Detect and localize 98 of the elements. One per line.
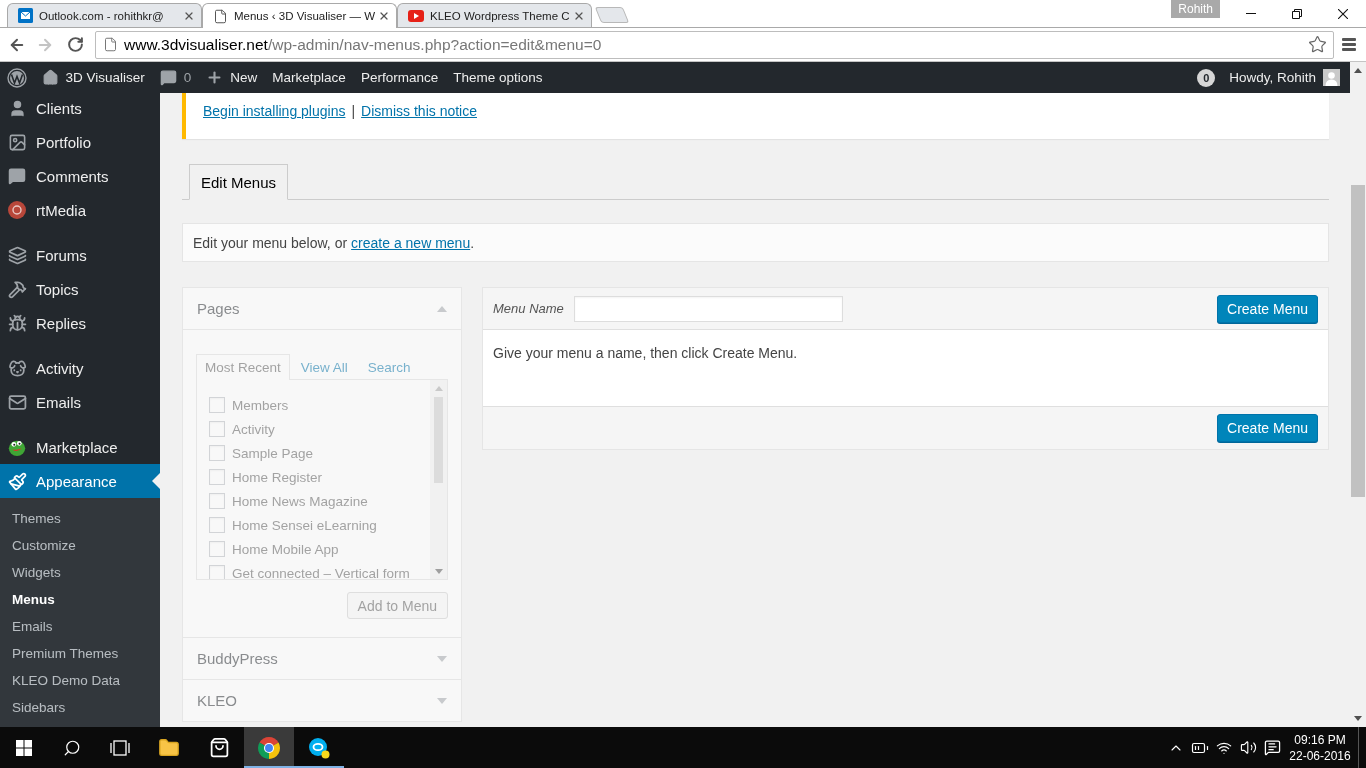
avatar-icon [1323,69,1340,86]
sidebar-item[interactable]: Forums [0,238,160,272]
sidebar-item[interactable]: Replies [0,306,160,340]
submenu-item[interactable]: Premium Themes [0,640,160,667]
chat-app-icon [308,736,330,759]
page-label: Members [232,397,289,413]
circle-logo-icon [8,201,26,219]
paintbrush-icon [7,471,27,491]
notification-icon [1263,739,1281,756]
toolbar-link[interactable]: Theme options [445,62,550,93]
scrollbar-thumb[interactable] [1351,185,1365,497]
folder-icon [158,736,180,759]
close-icon[interactable] [378,10,390,22]
page-label: Home Mobile App [232,541,339,557]
page-label: Home News Magazine [232,493,368,509]
bug-icon [7,313,27,333]
home-icon [41,69,59,86]
sidebar-item[interactable]: Portfolio [0,125,160,159]
reload-icon [66,36,84,53]
submenu-item[interactable]: Emails [0,613,160,640]
tab[interactable]: Edit Menus [189,164,289,200]
browser-tab[interactable]: Menus ‹ 3D Visualiser — W [202,3,397,28]
notice-link[interactable]: Begin installing plugins [203,103,346,119]
speaker-icon [1239,739,1257,756]
start-icon [16,739,32,756]
toolbar-link[interactable]: Performance [353,62,446,93]
speech-bubble-icon [8,167,26,185]
create-menu-button[interactable]: Create Menu [1217,294,1318,323]
address-bar[interactable]: www.3dvisualiser.net/wp-admin/nav-menus.php?action=edit&menu=0 [95,30,1334,59]
link-separator: | [351,103,356,119]
restore-icon [1292,8,1302,19]
minimize-icon [1246,13,1256,14]
toolbar-link[interactable]: Marketplace [264,62,354,93]
taskbar-app[interactable] [244,727,294,768]
task-view-icon [110,739,130,756]
browser-tab[interactable]: Outlook.com - rohithkr@ [7,3,202,27]
sidebar-item[interactable]: Comments [0,159,160,193]
submenu-item[interactable]: Menus [0,586,160,613]
logo-icon [7,67,27,88]
scroll-down-icon [1354,716,1362,721]
page-label: Activity [232,421,275,437]
list-scrollbar[interactable] [430,380,447,579]
submenu-item[interactable]: Sidebars [0,694,160,721]
scroll-up-icon [1354,68,1362,73]
sidebar-item[interactable]: Activity [0,351,160,385]
caret-down-icon [437,697,447,704]
speech-bubble-icon [159,69,177,86]
caret-up-icon [437,305,447,312]
page-label: Home Sensei eLearning [232,517,377,533]
toolbar-link[interactable]: 3D Visualiser [34,62,153,93]
sidebar-item[interactable]: Clients [0,93,160,125]
submenu-item[interactable]: Widgets [0,559,160,586]
star-icon[interactable] [1308,35,1327,54]
manage-menus-text: Edit your menu below, or create a new menu. [182,223,1329,262]
layers-icon [7,245,27,265]
sidebar-item[interactable]: Topics [0,272,160,306]
image-icon [7,132,27,152]
page-scrollbar[interactable] [1350,62,1366,727]
sidebar-item[interactable]: Appearance [0,464,160,498]
submenu-item[interactable]: KLEO Demo Data [0,667,160,694]
menu-name-field[interactable] [573,295,843,322]
tab-title: Outlook.com - rohithkr@ [39,9,165,22]
url-text: www.3dvisualiser.net/wp-admin/nav-menus.php?action=edit&menu=0 [124,35,602,54]
field-label: Menu Name [493,301,564,316]
hammer-icon [7,279,27,299]
shopping-bag-icon [208,737,230,758]
caret-down-icon [437,655,447,662]
page-label: Get connected – Vertical form [232,565,410,579]
envelope-icon [7,392,27,412]
mail-icon [18,8,33,23]
time-text: 09:16 PM [1294,732,1346,747]
page-label: Sample Page [232,445,314,461]
toolbar-link[interactable]: New [198,62,265,93]
play-icon [408,9,424,22]
toolbar-link[interactable]: 0 [152,62,199,93]
submenu-item[interactable]: Themes [0,505,160,532]
plus-icon [206,69,224,86]
menu-icon [1342,38,1356,51]
page-label: Home Register [232,469,323,485]
account-link[interactable]: Howdy, Rohith [1229,69,1340,86]
dog-icon [7,358,27,378]
notice-link[interactable]: Dismiss this notice [361,103,477,119]
scroll-up-icon [434,385,443,391]
browser-icon [258,736,280,759]
search-icon [63,738,81,757]
submenu-item[interactable]: Customize [0,532,160,559]
close-icon [1338,8,1348,19]
page-icon [213,8,228,24]
scroll-down-icon [434,568,443,574]
page-icon [103,37,118,52]
sidebar-item[interactable]: rtMedia [0,193,160,227]
create-menu-button[interactable]: Create Menu [1217,414,1318,442]
browser-tab[interactable]: KLEO Wordpress Theme C [397,3,592,27]
sidebar-item[interactable]: Marketplace [0,430,160,464]
notification-count[interactable]: 0 [1197,68,1216,87]
tab-title: KLEO Wordpress Theme C [430,9,567,22]
date-text: 22-06-2016 [1289,748,1351,763]
sidebar-item[interactable]: Emails [0,385,160,419]
